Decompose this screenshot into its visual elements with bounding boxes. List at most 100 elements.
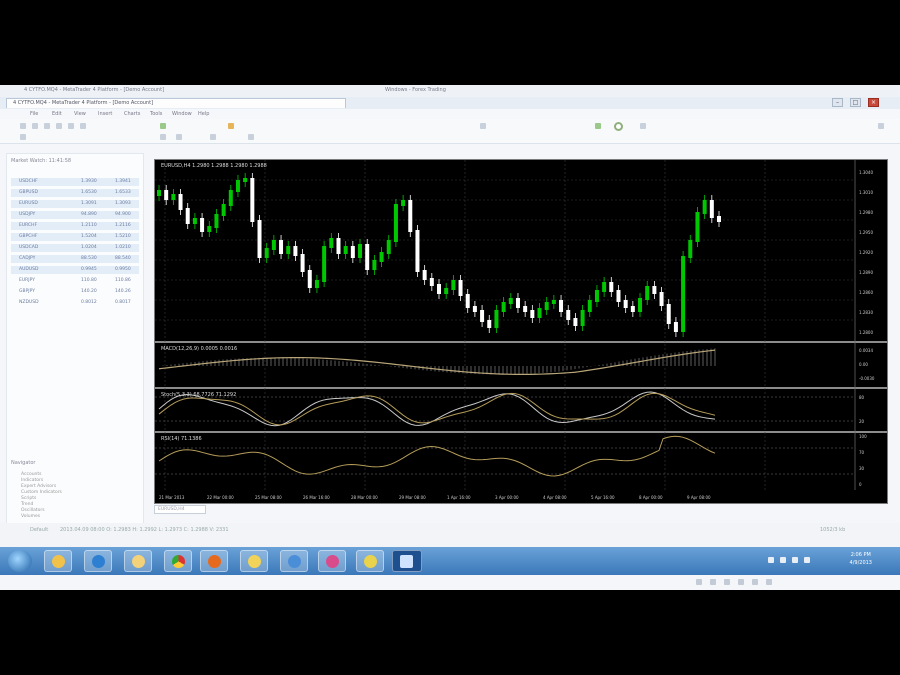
navigator-item[interactable]: Oscillators <box>21 508 45 513</box>
candle-body <box>673 322 678 332</box>
new-chart-icon[interactable] <box>20 123 26 129</box>
menu-tools[interactable]: Tools <box>150 111 162 117</box>
taskbar-paint[interactable] <box>356 550 384 572</box>
record-icon[interactable] <box>696 579 702 585</box>
market-watch-row[interactable]: USDCHF 1.3930 1.3941 <box>11 178 139 186</box>
market-watch-row[interactable]: CADJPY 88.530 88.540 <box>11 255 139 263</box>
menu-edit[interactable]: Edit <box>52 111 62 117</box>
candle-body <box>336 238 341 254</box>
price-tick-label: 1.2950 <box>859 230 873 235</box>
expert-advisors-icon[interactable] <box>228 123 234 129</box>
macd-tick-label: -0.0030 <box>859 376 875 381</box>
tab-metatrader[interactable]: 4 CYTFO.MQ4 - MetaTrader 4 Platform - [D… <box>6 98 346 108</box>
terminal-icon[interactable] <box>80 123 86 129</box>
navigator-item[interactable]: Accounts <box>21 472 42 477</box>
crosshair-icon[interactable] <box>480 123 486 129</box>
navigator-icon[interactable] <box>68 123 74 129</box>
market-watch-row[interactable]: NZDUSD 0.8012 0.8017 <box>11 299 139 307</box>
chart-tab[interactable]: EURUSD,H4 <box>154 505 206 514</box>
new-order-icon[interactable] <box>160 123 166 129</box>
toolbar <box>0 119 900 144</box>
menu-insert[interactable]: Insert <box>98 111 112 117</box>
pen-icon[interactable] <box>752 579 758 585</box>
taskbar-ie[interactable] <box>84 550 112 572</box>
tray-volume-icon[interactable] <box>804 557 810 563</box>
candle-body <box>709 200 714 218</box>
time-tick-label: 5 Apr 16:00 <box>591 495 615 500</box>
price-chart[interactable]: EURUSD,H4 1.2980 1.2988 1.2980 1.2988 MAC… <box>155 160 887 503</box>
price-tick-label: 1.2800 <box>859 330 873 335</box>
grid-icon[interactable] <box>210 134 216 140</box>
candle-body <box>365 244 370 270</box>
candle-body <box>551 300 556 304</box>
mic-icon[interactable] <box>766 579 772 585</box>
market-watch-row[interactable]: EURJPY 110.80 110.86 <box>11 277 139 285</box>
market-watch-row[interactable]: GBPJPY 140.20 140.26 <box>11 288 139 296</box>
symbol-label: USDJPY <box>19 212 36 217</box>
status-left: Default <box>30 527 49 533</box>
taskbar-firefox[interactable] <box>200 550 228 572</box>
stop-icon[interactable] <box>724 579 730 585</box>
tray-arrow-icon[interactable] <box>768 557 774 563</box>
market-watch-icon[interactable] <box>44 123 50 129</box>
text-tool-icon[interactable] <box>640 123 646 129</box>
period-icon[interactable] <box>248 134 254 140</box>
menu-view[interactable]: View <box>74 111 86 117</box>
candle-body <box>530 310 535 318</box>
market-watch-row[interactable]: GBPUSD 1.6530 1.6533 <box>11 189 139 197</box>
line-tool-icon[interactable] <box>595 123 601 129</box>
taskbar-chrome[interactable] <box>164 550 192 572</box>
start-button[interactable] <box>8 550 32 572</box>
navigator-item[interactable]: Volumes <box>21 514 40 519</box>
time-tick-label: 9 Apr 08:00 <box>687 495 711 500</box>
taskbar-media[interactable] <box>318 550 346 572</box>
settings-icon[interactable] <box>878 123 884 129</box>
bar-chart-icon[interactable] <box>20 134 26 140</box>
clock[interactable]: 2:06 PM 4/9/2013 <box>850 551 872 567</box>
candle-body <box>372 260 377 270</box>
taskbar-network[interactable] <box>280 550 308 572</box>
tray-network-icon[interactable] <box>792 557 798 563</box>
taskbar-app[interactable] <box>240 550 268 572</box>
data-window-icon[interactable] <box>56 123 62 129</box>
menu-file[interactable]: File <box>30 111 38 117</box>
candle-body <box>358 244 363 258</box>
taskbar-folder[interactable] <box>124 550 152 572</box>
navigator-item[interactable]: Indicators <box>21 478 43 483</box>
chart-window[interactable]: EURUSD,H4 1.2980 1.2988 1.2980 1.2988 MAC… <box>154 159 888 504</box>
ask-value: 1.3941 <box>115 179 131 184</box>
close-button[interactable]: × <box>868 98 879 107</box>
refresh-icon[interactable] <box>614 122 623 131</box>
bid-value: 1.2110 <box>81 223 97 228</box>
navigator-item[interactable]: Expert Advisors <box>21 484 56 489</box>
taskbar-metatrader[interactable] <box>392 550 422 572</box>
market-watch-row[interactable]: AUDUSD 0.9945 0.9950 <box>11 266 139 274</box>
navigator-item[interactable]: Trend <box>21 502 33 507</box>
market-watch-row[interactable]: GBPCHF 1.5204 1.5210 <box>11 233 139 241</box>
menu-window[interactable]: Window <box>172 111 192 117</box>
zoom-in-icon[interactable] <box>160 134 166 140</box>
camera-icon[interactable] <box>738 579 744 585</box>
minimize-button[interactable]: – <box>832 98 843 107</box>
candle-body <box>415 230 420 272</box>
price-tick-label: 1.2860 <box>859 290 873 295</box>
navigator-title: Navigator <box>11 460 36 466</box>
profiles-icon[interactable] <box>32 123 38 129</box>
price-tick-label: 1.2890 <box>859 270 873 275</box>
candle-body <box>645 286 650 300</box>
tray-flag-icon[interactable] <box>780 557 786 563</box>
menu-help[interactable]: Help <box>198 111 209 117</box>
zoom-out-icon[interactable] <box>176 134 182 140</box>
market-watch-row[interactable]: EURCHF 1.2110 1.2116 <box>11 222 139 230</box>
navigator-item[interactable]: Custom Indicators <box>21 490 62 495</box>
navigator-item[interactable]: Scripts <box>21 496 36 501</box>
ask-value: 110.86 <box>115 278 131 283</box>
taskbar-explorer[interactable] <box>44 550 72 572</box>
market-watch-row[interactable]: USDJPY 94.890 94.900 <box>11 211 139 219</box>
pause-icon[interactable] <box>710 579 716 585</box>
market-watch-row[interactable]: EURUSD 1.3091 1.3093 <box>11 200 139 208</box>
maximize-button[interactable]: □ <box>850 98 861 107</box>
market-watch-row[interactable]: USDCAD 1.0204 1.0210 <box>11 244 139 252</box>
macd-tick-label: 0.0034 <box>859 348 873 353</box>
menu-charts[interactable]: Charts <box>124 111 140 117</box>
